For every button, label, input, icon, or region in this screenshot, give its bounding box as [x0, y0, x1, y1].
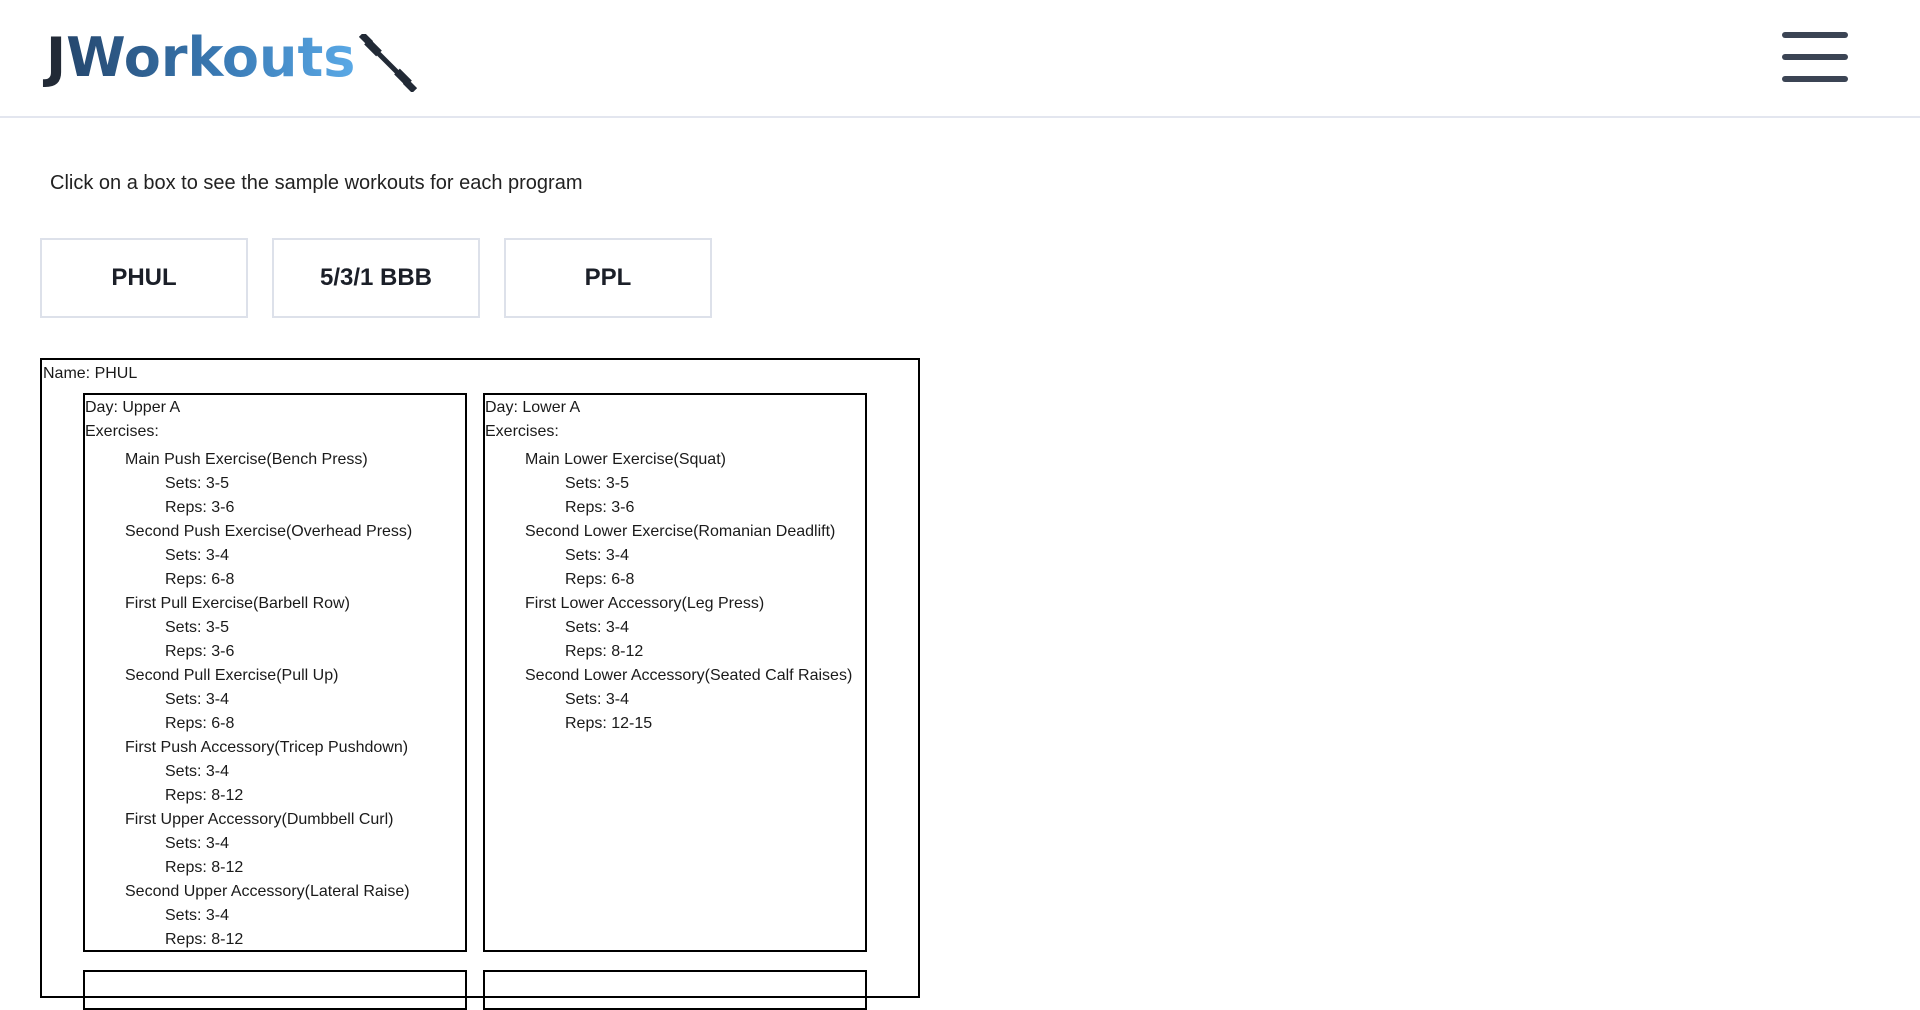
exercise-reps: Reps: 6-8	[165, 715, 235, 732]
exercise-list: Main Push Exercise(Bench Press) Sets: 3-…	[85, 448, 465, 952]
day-card-next-right	[483, 970, 867, 1010]
exercise-name: First Upper Accessory(Dumbbell Curl)	[125, 811, 394, 828]
program-box-ppl[interactable]: PPL	[504, 238, 712, 318]
day-card-lower-a: Day: Lower A Exercises: Main Lower Exerc…	[483, 393, 867, 952]
logo-wordmark: Workouts	[66, 26, 356, 89]
exercise-sets: Sets: 3-4	[165, 691, 230, 708]
program-selector: PHUL 5/3/1 BBB PPL	[40, 238, 712, 318]
exercise-sets: Sets: 3-4	[565, 547, 630, 564]
exercise-name: Main Lower Exercise(Squat)	[525, 451, 726, 468]
day-card-next-left	[83, 970, 467, 1010]
day-title: Day: Upper A	[85, 399, 181, 416]
exercise-reps: Reps: 8-12	[165, 859, 244, 876]
day-card-upper-a: Day: Upper A Exercises: Main Push Exerci…	[83, 393, 467, 952]
program-details-panel: Name: PHUL Day: Upper A Exercises: Main …	[40, 358, 920, 1010]
exercise-reps: Reps: 8-12	[165, 787, 244, 804]
hamburger-menu-icon[interactable]	[1782, 32, 1850, 82]
exercise-name: Second Lower Exercise(Romanian Deadlift)	[525, 523, 836, 540]
exercise-list: Main Lower Exercise(Squat) Sets: 3-5 Rep…	[485, 448, 865, 736]
exercise-name: First Push Accessory(Tricep Pushdown)	[125, 739, 409, 756]
exercise-reps: Reps: 3-6	[565, 499, 635, 516]
exercise-name: Second Lower Accessory(Seated Calf Raise…	[525, 667, 853, 684]
exercise-name: Second Push Exercise(Overhead Press)	[125, 523, 413, 540]
exercise-sets: Sets: 3-5	[165, 619, 230, 636]
exercise-reps: Reps: 8-12	[565, 643, 644, 660]
logo-letter-j: J	[46, 26, 67, 89]
exercise-name: First Pull Exercise(Barbell Row)	[125, 595, 350, 612]
intro-text: Click on a box to see the sample workout…	[50, 172, 583, 194]
exercise-reps: Reps: 3-6	[165, 499, 235, 516]
program-name: Name: PHUL	[43, 365, 138, 382]
program-box-phul[interactable]: PHUL	[40, 238, 248, 318]
exercise-sets: Sets: 3-4	[165, 763, 230, 780]
exercise-sets: Sets: 3-5	[565, 475, 630, 492]
exercise-sets: Sets: 3-4	[165, 547, 230, 564]
exercise-reps: Reps: 6-8	[565, 571, 635, 588]
exercises-heading: Exercises:	[85, 423, 159, 440]
exercises-heading: Exercises:	[485, 423, 559, 440]
menu-bar	[1782, 76, 1848, 82]
exercise-sets: Sets: 3-4	[565, 619, 630, 636]
program-box-531-bbb[interactable]: 5/3/1 BBB	[272, 238, 480, 318]
exercise-reps: Reps: 3-6	[165, 643, 235, 660]
exercise-name: Second Upper Accessory(Lateral Raise)	[125, 883, 410, 900]
menu-bar	[1782, 54, 1848, 60]
site-logo[interactable]: J Workouts	[46, 26, 418, 92]
exercise-reps: Reps: 6-8	[165, 571, 235, 588]
exercise-sets: Sets: 3-4	[565, 691, 630, 708]
exercise-sets: Sets: 3-5	[165, 475, 230, 492]
dumbbell-icon	[359, 34, 418, 92]
exercise-name: First Lower Accessory(Leg Press)	[525, 595, 765, 612]
exercise-sets: Sets: 3-4	[165, 835, 230, 852]
day-title: Day: Lower A	[485, 399, 581, 416]
exercise-sets: Sets: 3-4	[165, 907, 230, 924]
site-header: J Workouts	[0, 0, 1920, 118]
exercise-reps: Reps: 12-15	[565, 715, 653, 732]
menu-bar	[1782, 32, 1848, 38]
exercise-name: Second Pull Exercise(Pull Up)	[125, 667, 339, 684]
exercise-reps: Reps: 8-12	[165, 931, 244, 948]
exercise-name: Main Push Exercise(Bench Press)	[125, 451, 368, 468]
